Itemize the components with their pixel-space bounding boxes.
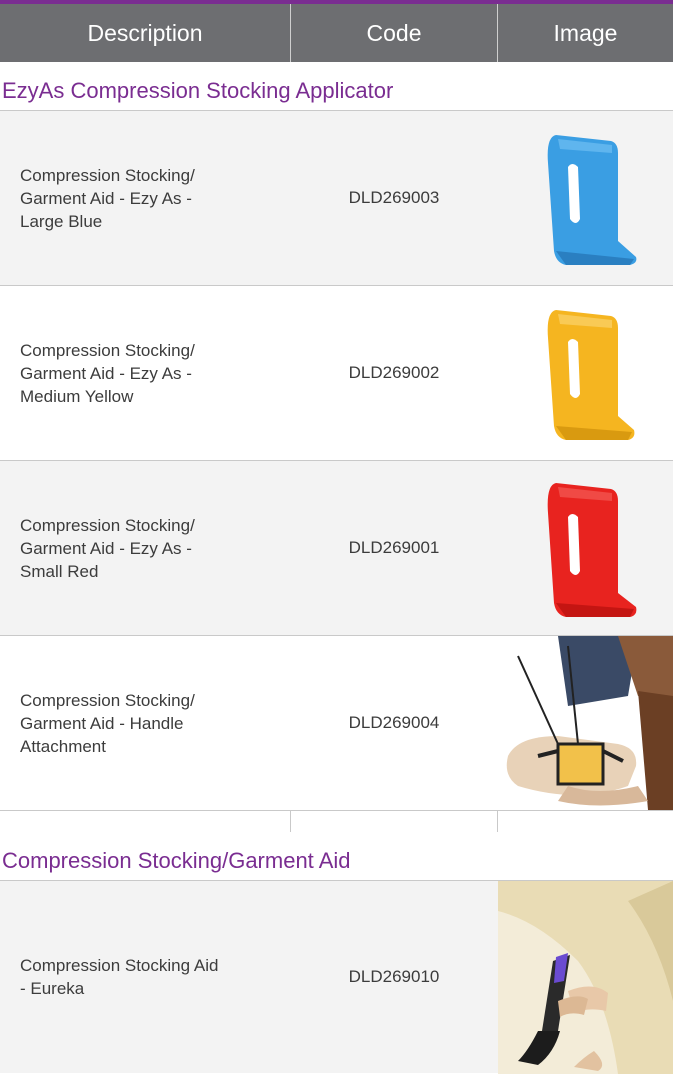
description-line: Compression Stocking/	[20, 690, 195, 710]
description-line: Attachment	[20, 736, 106, 756]
handle-attachment-photo	[498, 636, 673, 810]
table-row: Compression Stocking/ Garment Aid - Hand…	[0, 635, 673, 810]
row-description: Compression Stocking/ Garment Aid - Ezy …	[0, 111, 290, 285]
yellow-applicator-image	[547, 310, 634, 440]
eureka-aid-photo	[498, 881, 673, 1074]
header-divider	[290, 4, 291, 62]
table-row: Compression Stocking/ Garment Aid - Ezy …	[0, 285, 673, 460]
row-description: Compression Stocking Aid - Eureka	[0, 881, 290, 1073]
description-line: Medium Yellow	[20, 386, 134, 406]
table-row: Compression Stocking/ Garment Aid - Ezy …	[0, 110, 673, 285]
product-image-blue-applicator	[498, 111, 673, 285]
description-line: Garment Aid - Ezy As -	[20, 538, 192, 558]
table-bottom-border	[0, 810, 673, 811]
description-line: Compression Stocking/	[20, 165, 195, 185]
section-title: Compression Stocking/Garment Aid	[2, 848, 351, 873]
table-row: Compression Stocking/ Garment Aid - Ezy …	[0, 460, 673, 635]
header-code: Code	[366, 19, 422, 46]
row-code: DLD269010	[348, 967, 440, 986]
product-table: Compression Stocking Aid - Eureka DLD269…	[0, 880, 673, 1074]
row-code: DLD269002	[348, 363, 440, 382]
description-line: Compression Stocking Aid	[20, 956, 219, 975]
description-line: Compression Stocking/	[20, 515, 195, 535]
row-code: DLD269001	[348, 538, 440, 557]
header-image: Image	[553, 19, 618, 46]
row-description: Compression Stocking/ Garment Aid - Ezy …	[0, 461, 290, 635]
description-line: Large Blue	[20, 211, 103, 231]
description-line: Small Red	[20, 561, 99, 581]
blue-applicator-image	[547, 135, 636, 265]
description-line: - Eureka	[20, 979, 85, 998]
table-row: Compression Stocking Aid - Eureka DLD269…	[0, 880, 673, 1074]
header-description: Description	[87, 19, 203, 46]
table-header: Description Code Image	[0, 4, 673, 62]
description-line: Garment Aid - Ezy As -	[20, 363, 192, 383]
product-image-red-applicator	[498, 461, 673, 635]
product-table: Compression Stocking/ Garment Aid - Ezy …	[0, 110, 673, 832]
row-description: Compression Stocking/ Garment Aid - Hand…	[0, 636, 290, 810]
row-code: DLD269003	[348, 188, 440, 207]
description-line: Compression Stocking/	[20, 340, 195, 360]
description-line: Garment Aid - Ezy As -	[20, 188, 192, 208]
red-applicator-image	[547, 483, 636, 617]
product-image-handle-attachment	[498, 636, 673, 810]
header-divider	[497, 4, 498, 62]
description-line: Garment Aid - Handle	[20, 713, 184, 733]
row-description: Compression Stocking/ Garment Aid - Ezy …	[0, 286, 290, 460]
product-image-eureka-aid	[498, 881, 673, 1074]
product-image-yellow-applicator	[498, 286, 673, 460]
row-code: DLD269004	[348, 713, 440, 732]
section-title: EzyAs Compression Stocking Applicator	[2, 78, 394, 103]
